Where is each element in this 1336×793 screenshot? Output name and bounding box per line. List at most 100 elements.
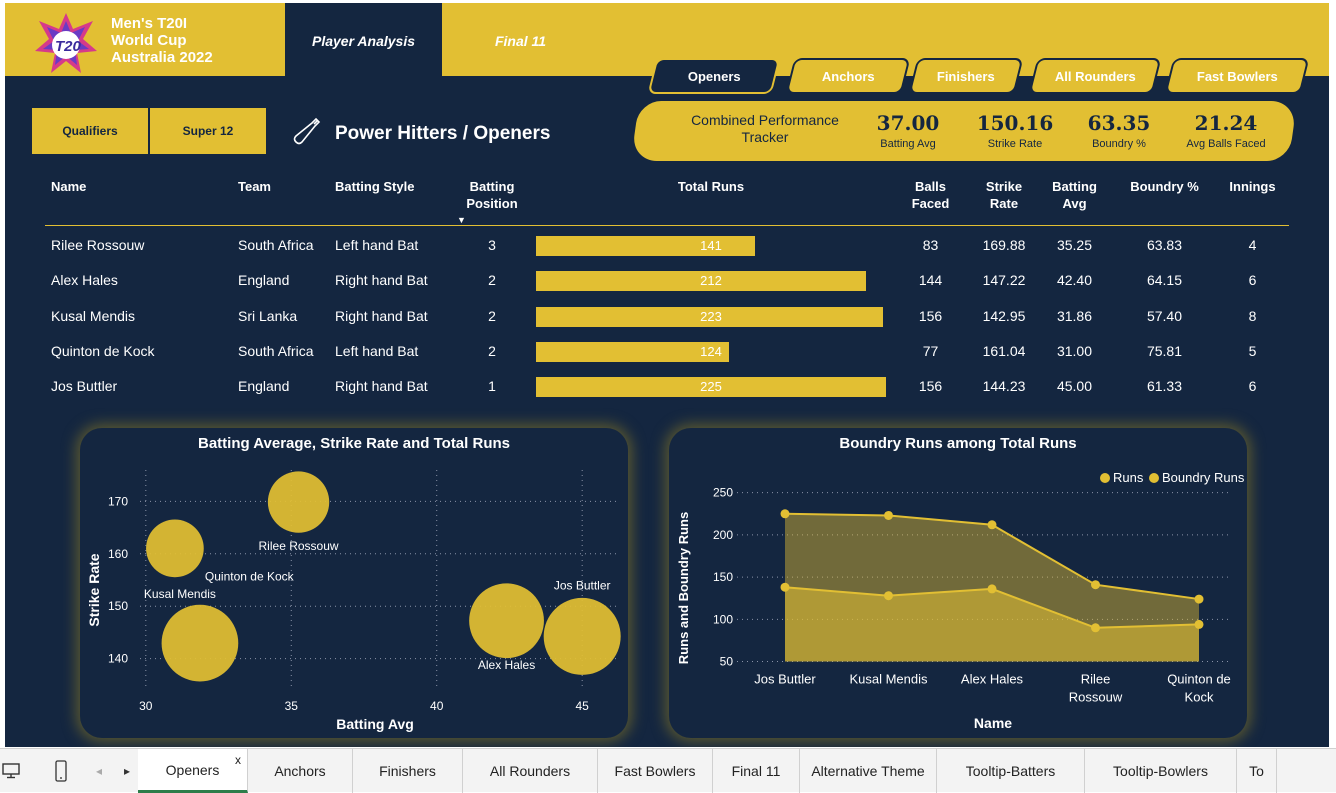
sheet-tab[interactable]: Tooltip-Batters [937, 749, 1085, 793]
role-tab-finishers[interactable]: Finishers [908, 58, 1024, 94]
role-tab-all-rounders[interactable]: All Rounders [1028, 58, 1162, 94]
cell-team: South Africa [238, 342, 314, 359]
sheet-tab[interactable]: Anchors [248, 749, 353, 793]
cell-style: Left hand Bat [335, 342, 419, 359]
tab-final-11[interactable]: Final 11 [442, 3, 599, 76]
kpi-avg-balls-faced: 21.24 Avg Balls Faced [1171, 111, 1281, 150]
x-tick-label: Kusal Mendis [849, 672, 928, 687]
total-runs-label: 124 [700, 343, 722, 359]
scatter-chart: 30 35 40 45 140 150 160 170 Batting Avg Strike Ra… [86, 470, 621, 732]
legend-marker [1100, 473, 1110, 483]
role-tab-fast-bowlers[interactable]: Fast Bowlers [1164, 58, 1310, 94]
table-row[interactable]: Rilee Rossouw South Africa Left hand Bat 3 8… [45, 229, 1289, 264]
total-runs-label: 141 [700, 238, 722, 253]
bubble-label: Kusal Mendis [144, 587, 216, 601]
col-header-batting-style[interactable]: Batting Style [335, 178, 414, 195]
data-point [1091, 623, 1100, 633]
cell-innings: 6 [1248, 272, 1257, 289]
tournament-title: Men's T20I World Cup Australia 2022 [111, 15, 213, 66]
sort-desc-icon: ▼ [457, 215, 466, 225]
x-tick-label: Rilee Rossouw [1069, 672, 1123, 705]
kpi-label: Avg Balls Faced [1186, 138, 1266, 150]
role-tab-label: Openers [687, 68, 741, 84]
desktop-icon[interactable] [0, 749, 22, 793]
cell-style: Right hand Bat [335, 272, 428, 289]
col-header-innings[interactable]: Innings [1225, 178, 1280, 195]
sheet-tab-bar: ◂ ▸ Openers x Anchors Finishers All Rounders… [0, 748, 1336, 793]
data-point [884, 591, 893, 601]
col-header-total-runs[interactable]: Total Runs [536, 178, 886, 195]
cell-avg: 31.00 [1056, 342, 1093, 359]
cell-boundry: 57.40 [1146, 307, 1183, 324]
cell-style: Right hand Bat [335, 307, 428, 324]
bubble-label: Alex Hales [478, 658, 535, 672]
data-point [987, 584, 997, 594]
table-row[interactable]: Quinton de Kock South Africa Left hand Bat… [45, 335, 1289, 370]
kpi-value: 150.16 [976, 111, 1054, 135]
next-sheet-icon[interactable]: ▸ [118, 749, 136, 793]
sheet-tab[interactable]: Final 11 [713, 749, 800, 793]
phone-icon[interactable] [50, 749, 72, 793]
cell-innings: 5 [1248, 342, 1257, 359]
cell-position: 1 [488, 378, 496, 395]
cell-team: England [238, 272, 290, 289]
cell-boundry: 61.33 [1146, 378, 1183, 395]
cell-innings: 4 [1248, 237, 1257, 253]
col-header-name[interactable]: Name [51, 178, 86, 195]
cell-name: Quinton de Kock [51, 342, 155, 359]
sheet-tab[interactable]: Alternative Theme [800, 749, 937, 793]
table-row[interactable]: Alex Hales England Right hand Bat 2 144 147.2… [45, 264, 1289, 299]
x-axis-title: Batting Avg [336, 716, 414, 732]
role-tab-openers[interactable]: Openers [647, 58, 781, 94]
scatter-chart-title: Batting Average, Strike Rate and Total R… [197, 435, 510, 452]
bubble [267, 471, 330, 533]
kpi-label: Strike Rate [987, 138, 1043, 150]
tracker-title: Combined Performance Tracker [691, 112, 839, 145]
bubble [146, 519, 204, 578]
sheet-tab-label: Finishers [379, 763, 436, 779]
cell-innings: 6 [1248, 378, 1257, 395]
cell-team: South Africa [238, 237, 314, 253]
data-point [780, 582, 790, 592]
y-tick-label: 100 [713, 612, 733, 626]
col-header-team[interactable]: Team [238, 178, 271, 195]
data-point [884, 510, 893, 520]
sheet-tab[interactable]: All Rounders [463, 749, 598, 793]
x-tick-label: Jos Buttler [754, 672, 816, 687]
cell-boundry: 75.81 [1146, 342, 1183, 359]
previous-sheet-icon[interactable]: ◂ [90, 749, 108, 793]
table-row[interactable]: Jos Buttler England Right hand Bat 1 156 144.… [45, 370, 1289, 405]
col-header-batting-position[interactable]: Batting Position ▼ [457, 178, 527, 229]
super-12-button[interactable]: Super 12 [150, 108, 266, 154]
x-tick-label: 45 [576, 699, 590, 713]
sheet-tab[interactable]: Tooltip-Bowlers [1085, 749, 1237, 793]
sheet-tab[interactable]: Finishers [353, 749, 463, 793]
total-runs-label: 223 [700, 308, 722, 324]
col-header-boundry-pct[interactable]: Boundry % [1127, 178, 1202, 195]
cell-team: Sri Lanka [238, 307, 298, 324]
cell-position: 3 [488, 237, 496, 253]
x-tick-label-line: Quinton de [1167, 672, 1231, 687]
sheet-tab-label: Alternative Theme [811, 763, 925, 779]
col-header-strike-rate[interactable]: Strike Rate [979, 178, 1029, 212]
role-tab-anchors[interactable]: Anchors [785, 58, 911, 94]
bubble-label: Quinton de Kock [205, 569, 295, 583]
cell-avg: 45.00 [1056, 378, 1093, 395]
cell-balls: 156 [918, 378, 943, 395]
x-tick-label: 35 [285, 699, 299, 713]
data-point [780, 509, 790, 519]
col-header-balls-faced[interactable]: Balls Faced [903, 178, 958, 212]
qualifiers-button[interactable]: Qualifiers [32, 108, 148, 154]
table-row[interactable]: Kusal Mendis Sri Lanka Right hand Bat 2 156 1… [45, 300, 1289, 335]
close-tab-icon[interactable]: x [235, 753, 241, 767]
col-header-batting-avg[interactable]: Batting Avg [1047, 178, 1102, 212]
section-title: Power Hitters / Openers [335, 123, 551, 144]
sheet-tab[interactable]: To [1237, 749, 1277, 793]
cell-avg: 42.40 [1056, 272, 1093, 289]
sheet-tab[interactable]: Openers x [138, 749, 248, 793]
sheet-tab[interactable]: Fast Bowlers [598, 749, 713, 793]
tab-player-analysis[interactable]: Player Analysis [285, 3, 442, 79]
cell-position: 2 [488, 342, 496, 359]
logo-block: T20 Men's T20I World Cup Australia 2022 [5, 3, 285, 76]
cell-style: Right hand Bat [335, 378, 428, 395]
